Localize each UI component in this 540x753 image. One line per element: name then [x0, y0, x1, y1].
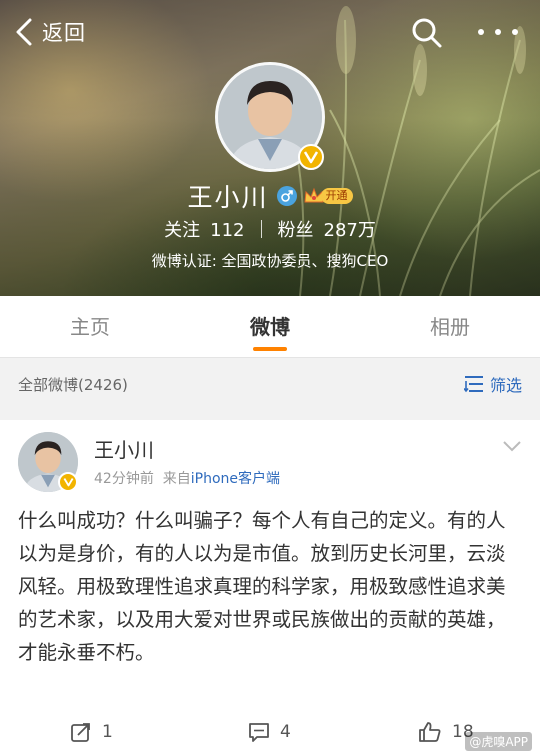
vip-tag-label: 开通 — [320, 188, 353, 204]
verification-info: 微博认证: 全国政协委员、搜狗CEO — [151, 252, 389, 270]
active-tab-indicator — [253, 347, 287, 351]
comment-count: 4 — [280, 722, 291, 742]
following-stat[interactable]: 关注 112 — [164, 216, 244, 242]
comment-icon — [249, 723, 269, 742]
tab-weibo[interactable]: 微博 — [180, 296, 360, 357]
followers-label: 粉丝 — [277, 220, 314, 241]
chevron-down-icon[interactable] — [502, 438, 522, 452]
search-icon[interactable] — [410, 16, 444, 50]
tab-album[interactable]: 相册 — [360, 296, 540, 357]
filter-bar: 全部微博(2426) 筛选 — [0, 358, 540, 410]
post-meta: 42分钟前 来自iPhone客户端 — [94, 468, 280, 488]
post-source[interactable]: iPhone客户端 — [191, 471, 280, 487]
following-label: 关注 — [164, 220, 201, 241]
vip-badge[interactable]: 开通 — [303, 186, 353, 206]
filter-button[interactable]: 筛选 — [463, 372, 522, 396]
following-count: 112 — [210, 220, 245, 241]
stats-divider — [260, 220, 262, 238]
all-posts-count: 全部微博(2426) — [18, 375, 128, 394]
comment-button[interactable]: 4 — [248, 712, 291, 752]
thumbs-up-icon — [419, 722, 441, 742]
back-label: 返回 — [42, 21, 86, 45]
tab-home[interactable]: 主页 — [0, 296, 180, 357]
post-author-name[interactable]: 王小川 — [94, 434, 154, 463]
filter-icon — [463, 376, 483, 393]
male-gender-icon — [276, 186, 297, 206]
repost-button[interactable]: 1 — [70, 712, 113, 752]
post-card: 王小川 42分钟前 来自iPhone客户端 什么叫成功？什么叫骗子？每个人有自己… — [0, 420, 540, 753]
post-text: 什么叫成功？什么叫骗子？每个人有自己的定义。有的人以为是身价，有的人以为是市值。… — [18, 509, 506, 664]
followers-stat[interactable]: 粉丝 287万 — [278, 216, 376, 242]
watermark: @虎嗅APP — [465, 732, 532, 751]
repost-icon — [71, 723, 90, 742]
back-button[interactable]: 返回 — [14, 14, 86, 50]
post-source-prefix: 来自 — [162, 471, 191, 487]
chevron-left-icon — [14, 14, 38, 50]
verified-badge-icon — [58, 472, 78, 492]
repost-count: 1 — [102, 722, 113, 742]
verified-badge-icon — [298, 144, 324, 170]
profile-name-row: 王小川 开通 — [0, 178, 540, 214]
profile-name: 王小川 — [187, 183, 269, 212]
profile-stats: 关注 112 粉丝 287万 — [0, 216, 540, 242]
post-time: 42分钟前 — [94, 471, 154, 487]
post-actions: 1 4 18 — [0, 712, 540, 752]
filter-label: 筛选 — [489, 376, 522, 395]
profile-tabs: 主页 微博 相册 — [0, 296, 540, 358]
followers-count: 287万 — [323, 220, 376, 241]
more-options-icon[interactable] — [478, 22, 518, 42]
